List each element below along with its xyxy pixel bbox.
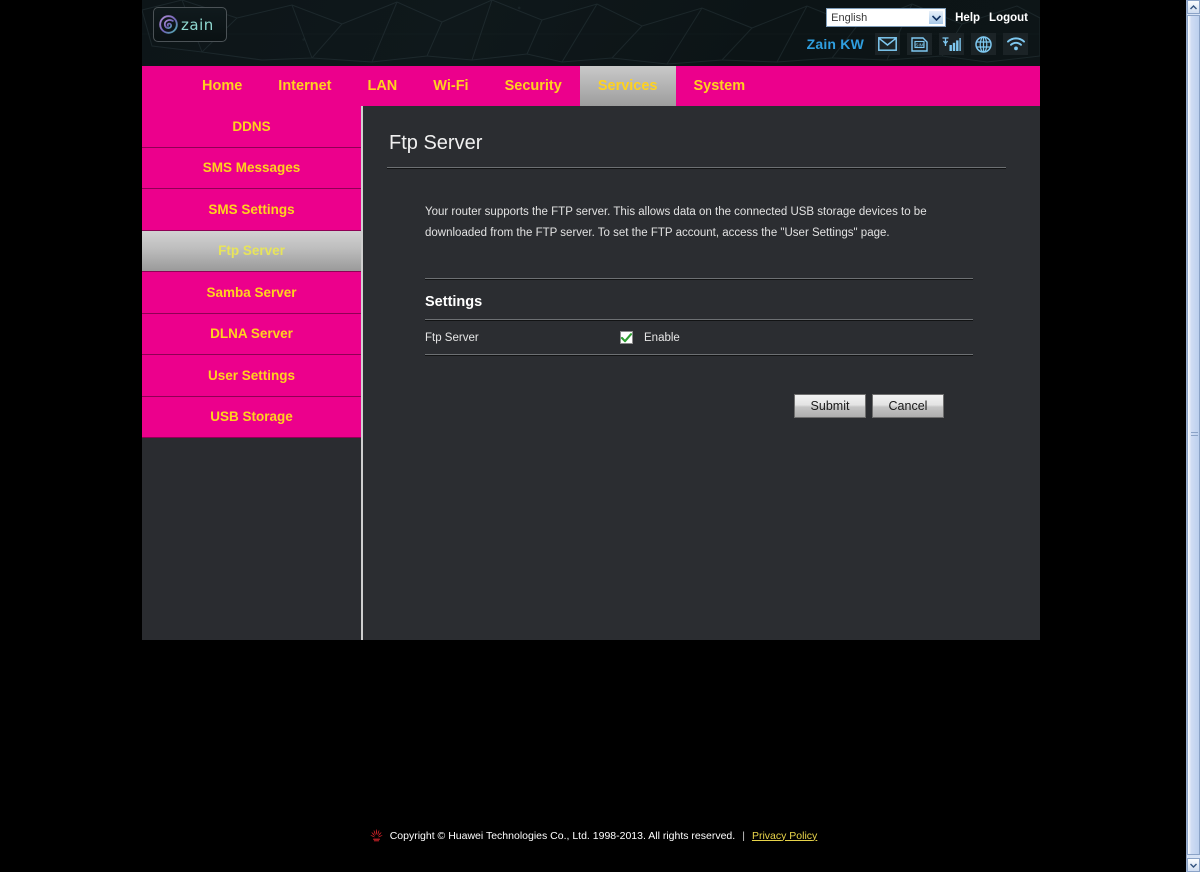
form-actions: Submit Cancel — [387, 394, 944, 418]
sms-envelope-icon[interactable] — [875, 33, 900, 55]
help-link[interactable]: Help — [955, 12, 980, 24]
sidebar-item-ddns[interactable]: DDNS — [142, 106, 361, 148]
sidebar-item-ftp-server[interactable]: Ftp Server — [142, 230, 361, 272]
wifi-icon[interactable] — [1003, 33, 1028, 55]
header-utility-row: English Help Logout — [826, 8, 1028, 27]
section-divider-bottom — [425, 354, 973, 356]
submit-button[interactable]: Submit — [794, 394, 866, 418]
ftp-server-label: Ftp Server — [425, 331, 479, 344]
nav-item-home[interactable]: Home — [184, 66, 260, 106]
nav-item-security[interactable]: Security — [487, 66, 580, 106]
content-panel: Ftp Server Your router supports the FTP … — [363, 106, 1040, 640]
zain-swirl-icon — [159, 15, 178, 34]
sidebar-menu: DDNS SMS Messages SMS Settings Ftp Serve… — [142, 106, 363, 640]
nav-item-internet[interactable]: Internet — [260, 66, 349, 106]
settings-section-title: Settings — [425, 294, 483, 310]
sim-card-icon[interactable]: SIM — [907, 33, 932, 55]
nav-item-wifi[interactable]: Wi-Fi — [415, 66, 486, 106]
page-title: Ftp Server — [389, 132, 483, 154]
sidebar-item-sms-messages[interactable]: SMS Messages — [142, 147, 361, 189]
nav-item-system[interactable]: System — [676, 66, 764, 106]
chevron-down-icon[interactable] — [928, 10, 945, 25]
page-footer: Copyright © Huawei Technologies Co., Ltd… — [0, 828, 1186, 843]
huawei-logo-icon — [369, 828, 383, 842]
carrier-name: Zain KW — [806, 36, 864, 52]
page-container: zain English Help Logout Zain KW SIM Hom… — [142, 0, 1040, 640]
status-bar: Zain KW SIM — [807, 33, 1028, 55]
nav-item-lan[interactable]: LAN — [349, 66, 415, 106]
sidebar-item-sms-settings[interactable]: SMS Settings — [142, 189, 361, 231]
page-description: Your router supports the FTP server. Thi… — [425, 206, 927, 239]
ftp-enable-checkbox[interactable] — [620, 331, 633, 344]
sidebar-item-samba-server[interactable]: Samba Server — [142, 272, 361, 314]
sidebar-item-dlna-server[interactable]: DLNA Server — [142, 313, 361, 355]
section-divider-top — [425, 278, 973, 280]
signal-bars-icon[interactable] — [939, 33, 964, 55]
check-icon — [621, 332, 632, 342]
privacy-policy-link[interactable]: Privacy Policy — [752, 830, 817, 842]
copyright-text: Copyright © Huawei Technologies Co., Ltd… — [389, 829, 736, 842]
page-scrollbar[interactable] — [1186, 0, 1200, 872]
ftp-enable-label[interactable]: Enable — [644, 332, 680, 344]
language-selected-value: English — [831, 11, 868, 24]
footer-separator: | — [742, 829, 745, 842]
nav-item-services[interactable]: Services — [579, 66, 676, 106]
scrollbar-grip-icon — [1191, 432, 1198, 438]
sidebar-item-user-settings[interactable]: User Settings — [142, 355, 361, 397]
scrollbar-down-button[interactable] — [1187, 858, 1200, 872]
zain-logo[interactable]: zain — [153, 7, 227, 42]
internet-globe-icon[interactable] — [971, 33, 996, 55]
sidebar-item-usb-storage[interactable]: USB Storage — [142, 396, 361, 438]
chevron-down-icon — [1190, 863, 1197, 868]
main-navigation: Home Internet LAN Wi-Fi Security Service… — [142, 66, 1040, 106]
chevron-up-icon — [1190, 4, 1197, 9]
zain-logo-text: zain — [181, 15, 214, 34]
cancel-button[interactable]: Cancel — [872, 394, 944, 418]
svg-text:SIM: SIM — [915, 42, 923, 47]
logout-link[interactable]: Logout — [989, 12, 1028, 24]
body-split: DDNS SMS Messages SMS Settings Ftp Serve… — [142, 106, 1040, 640]
site-header: zain English Help Logout Zain KW SIM — [142, 0, 1040, 66]
scrollbar-thumb[interactable] — [1187, 15, 1200, 855]
language-select[interactable]: English — [826, 8, 947, 27]
ftp-server-row: Ftp Server Enable — [425, 321, 973, 354]
scrollbar-up-button[interactable] — [1187, 0, 1200, 14]
